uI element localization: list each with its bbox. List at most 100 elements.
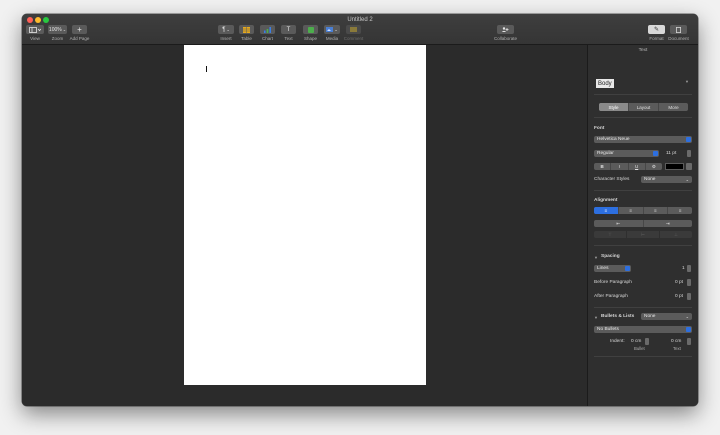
character-styles-select[interactable]: None ⌄ <box>641 176 692 183</box>
valign-middle-button[interactable]: ⊢ <box>627 231 660 238</box>
pages-window: Untitled 2 View 100% ⌄ Zoom + Add Page ¶… <box>22 14 698 406</box>
document-title: Untitled 2 <box>347 17 373 23</box>
text-caption: Text <box>673 346 681 351</box>
text-options-gear-icon[interactable]: ⚙ <box>646 163 662 170</box>
after-paragraph-value[interactable]: 0 pt <box>675 294 683 299</box>
after-paragraph-label: After Paragraph <box>594 294 628 299</box>
font-typeface-value: Regular <box>597 151 614 156</box>
spacing-mode-value: Lines <box>597 266 609 271</box>
document-button[interactable] <box>670 25 687 34</box>
add-page-button[interactable]: + <box>72 25 87 34</box>
bullet-indent-value[interactable]: 0 cm <box>631 339 641 344</box>
paragraph-icon: ¶ <box>222 26 226 33</box>
indent-label: Indent: <box>610 339 625 344</box>
document-canvas[interactable] <box>22 45 587 406</box>
text-format-buttons: B I U ⚙ <box>594 163 662 170</box>
valign-top-button[interactable]: ⊤ <box>594 231 627 238</box>
table-label: Table <box>241 36 252 41</box>
text-box-button[interactable]: T <box>281 25 296 34</box>
underline-button[interactable]: U <box>629 163 646 170</box>
increase-indent-button[interactable]: ⇥ <box>644 220 693 227</box>
tab-layout[interactable]: Layout <box>629 103 659 111</box>
text-label: Text <box>284 36 293 41</box>
shape-button[interactable] <box>303 25 318 34</box>
bullet-indent-stepper[interactable] <box>645 338 649 345</box>
font-size-value[interactable]: 11 pt <box>666 151 676 156</box>
disclosure-triangle-icon[interactable]: ▼ <box>594 255 598 260</box>
table-button[interactable] <box>239 25 254 34</box>
tab-style[interactable]: Style <box>599 103 629 111</box>
text-cursor <box>206 66 207 72</box>
font-size-stepper[interactable] <box>687 150 691 157</box>
list-style-select[interactable]: None ⌄ <box>641 313 692 320</box>
vertical-align-buttons: ⊤ ⊢ ⊥ <box>594 231 692 238</box>
zoom-value: 100% <box>48 26 62 33</box>
format-label: Format <box>649 36 664 41</box>
align-justify-button[interactable]: ≡ <box>668 207 692 214</box>
collaborate-icon <box>501 27 509 32</box>
before-paragraph-label: Before Paragraph <box>594 280 632 285</box>
comment-button[interactable] <box>346 25 361 34</box>
chart-icon <box>264 26 271 33</box>
paragraph-style-value[interactable]: Body <box>596 79 614 88</box>
align-left-button[interactable]: ≡ <box>594 207 619 214</box>
collaborate-button[interactable] <box>497 25 514 34</box>
spacing-mode-select[interactable]: Lines <box>594 265 631 272</box>
decrease-indent-button[interactable]: ⇤ <box>594 220 644 227</box>
font-family-value: Helvetica Neue <box>597 137 630 142</box>
chart-button[interactable] <box>260 25 275 34</box>
disclosure-triangle-icon[interactable]: ▼ <box>594 315 598 320</box>
before-paragraph-value[interactable]: 0 pt <box>675 280 683 285</box>
document-page[interactable] <box>184 45 426 385</box>
font-section-title: Font <box>594 126 605 131</box>
chart-label: Chart <box>261 36 274 41</box>
bullets-select[interactable]: No Bullets <box>594 326 692 333</box>
text-indent-value[interactable]: 0 cm <box>671 339 681 344</box>
plus-icon: + <box>77 24 82 34</box>
tab-more[interactable]: More <box>659 103 688 111</box>
list-style-value: None <box>644 314 656 319</box>
format-inspector: Text Body ▼ Style Layout More Font Helve… <box>587 45 698 406</box>
text-indent-stepper[interactable] <box>687 338 691 345</box>
font-family-select[interactable]: Helvetica Neue <box>594 136 692 143</box>
document-label: Document <box>668 36 689 41</box>
valign-bottom-button[interactable]: ⊥ <box>660 231 692 238</box>
shape-label: Shape <box>303 36 318 41</box>
view-button[interactable] <box>26 25 44 34</box>
font-typeface-select[interactable]: Regular <box>594 150 659 157</box>
italic-button[interactable]: I <box>611 163 629 170</box>
before-paragraph-stepper[interactable] <box>687 279 691 286</box>
media-button[interactable]: ⌄ <box>324 25 340 34</box>
alignment-buttons: ≡ ≡ ≡ ≡ <box>594 207 692 214</box>
spacing-stepper[interactable] <box>687 265 691 272</box>
bullet-caption: Bullet <box>634 346 645 351</box>
table-icon <box>243 26 250 33</box>
alignment-section-title: Alignment <box>594 198 618 203</box>
zoom-dropdown[interactable]: 100% ⌄ <box>48 25 67 34</box>
chevron-down-icon: ⌄ <box>685 177 689 182</box>
chevron-down-icon: ⌄ <box>685 314 689 319</box>
document-icon <box>676 26 681 33</box>
chevron-down-icon[interactable]: ▼ <box>685 79 689 84</box>
collaborate-label: Collaborate <box>493 36 518 41</box>
inspector-tabs: Style Layout More <box>599 103 688 111</box>
align-center-button[interactable]: ≡ <box>619 207 644 214</box>
inspector-header: Text <box>638 48 648 53</box>
shape-icon <box>307 26 314 33</box>
format-button[interactable]: ✎ <box>648 25 665 34</box>
after-paragraph-stepper[interactable] <box>687 293 691 300</box>
chevron-updown-icon <box>625 266 630 271</box>
media-icon <box>326 27 334 32</box>
insert-button[interactable]: ¶ ⌄ <box>218 25 234 34</box>
text-box-icon: T <box>286 26 291 33</box>
bold-button[interactable]: B <box>594 163 612 170</box>
spacing-value[interactable]: 1 <box>682 266 685 271</box>
text-color-well[interactable] <box>665 163 684 170</box>
chevron-down-icon: ⌄ <box>62 27 67 32</box>
bullets-section-title: Bullets & Lists <box>601 314 635 319</box>
character-styles-value: None <box>644 177 656 182</box>
spacing-section-title: Spacing <box>601 254 620 259</box>
color-wheel-icon[interactable] <box>686 163 692 170</box>
align-right-button[interactable]: ≡ <box>644 207 669 214</box>
format-brush-icon: ✎ <box>653 27 660 33</box>
